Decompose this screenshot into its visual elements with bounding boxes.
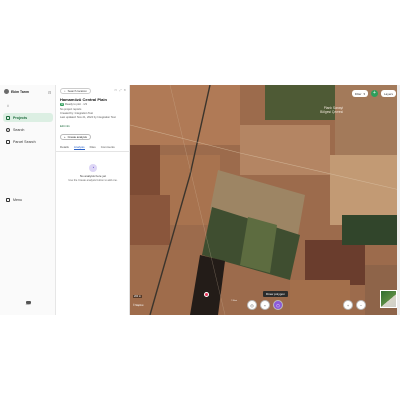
project-panel: ⌕ Search location ▭ ⤢ ✕ Hamamözü Central… bbox=[56, 85, 130, 315]
tab-analysis[interactable]: Analysis bbox=[73, 145, 85, 150]
nav-item-search[interactable]: Search bbox=[3, 125, 53, 134]
menu-icon bbox=[6, 197, 10, 202]
create-analysis-button[interactable]: + Create analysis bbox=[60, 134, 91, 140]
location-pin-icon[interactable] bbox=[204, 292, 209, 297]
create-analysis-label: Create analysis bbox=[67, 135, 87, 139]
project-reports: No project reports bbox=[60, 108, 82, 111]
empty-state-description: Use the Create analysis button to add on… bbox=[68, 179, 118, 182]
app-window: Ekim Tarım ⊟ # Projects Search Parcel Se… bbox=[0, 85, 400, 315]
filter-button[interactable]: Filter ▾ bbox=[351, 90, 368, 97]
map-credit[interactable]: © Mapbox bbox=[133, 305, 144, 307]
project-status: AI Ready to plot · 1/3 bbox=[60, 103, 87, 106]
brand-name: Ekim Tarım bbox=[11, 89, 30, 94]
chevron-down-icon: ▾ bbox=[363, 91, 365, 96]
layers-toggle-icon[interactable]: ◎ bbox=[247, 300, 257, 310]
nav-item-label: Menu bbox=[13, 197, 22, 202]
search-location-button[interactable]: ⌕ Search location bbox=[60, 88, 91, 94]
layers-button[interactable]: Layers bbox=[380, 90, 396, 97]
workspace-hash: # bbox=[7, 104, 9, 108]
footer-logo: ekim bbox=[23, 301, 33, 308]
project-title: Hamamözü Central Plain bbox=[60, 97, 107, 102]
expand-icon[interactable]: ⤢ bbox=[119, 88, 121, 92]
close-icon[interactable]: ✕ bbox=[123, 88, 126, 92]
add-button[interactable]: + bbox=[371, 90, 378, 97]
empty-state-title: No analysis here yet bbox=[79, 174, 107, 178]
tab-details[interactable]: Details bbox=[60, 145, 69, 150]
map-attribution: © Esri bbox=[231, 300, 237, 302]
nav-item-label: Projects bbox=[13, 115, 28, 120]
tab-comments[interactable]: Comments bbox=[101, 145, 115, 150]
draw-polygon-icon[interactable]: ⬠ bbox=[273, 300, 283, 310]
scale-bar: 200 m bbox=[133, 295, 142, 298]
layers-label: Layers bbox=[383, 91, 393, 96]
basemap-switcher[interactable] bbox=[380, 290, 397, 308]
search-icon: ⌕ bbox=[64, 89, 66, 93]
panel-controls: ▭ ⤢ ✕ bbox=[114, 88, 126, 92]
satellite-imagery bbox=[130, 85, 400, 315]
draw-tooltip: Draw polygon bbox=[263, 291, 288, 297]
place-label: Planlı Sanayi Bölgesi Çevresi bbox=[320, 106, 343, 114]
nav-item-projects[interactable]: Projects bbox=[3, 113, 53, 122]
satellite-map[interactable]: Planlı Sanayi Bölgesi Çevresi Filter ▾ +… bbox=[130, 85, 400, 315]
nav-item-label: Search bbox=[13, 127, 25, 132]
minimize-icon[interactable]: ▭ bbox=[114, 88, 117, 92]
search-icon bbox=[6, 127, 10, 132]
folder-icon bbox=[6, 115, 10, 120]
nav-item-parcel-search[interactable]: Parcel Search bbox=[3, 137, 53, 146]
status-text: Ready to plot · 1/3 bbox=[65, 103, 87, 106]
tab-files[interactable]: Files bbox=[90, 145, 96, 150]
nav-item-label: Parcel Search bbox=[13, 139, 36, 144]
parcel-icon bbox=[6, 139, 10, 144]
project-last-updated: Last updated: Nov 21, 2024 by Integratio… bbox=[60, 116, 116, 119]
edit-info-link[interactable]: Edit info bbox=[60, 125, 70, 128]
collapse-sidebar-icon[interactable]: ⊟ bbox=[48, 90, 51, 95]
project-created-by: Created by: Integration Test bbox=[60, 112, 93, 115]
zoom-in-icon[interactable]: + bbox=[343, 300, 353, 310]
brand-logo-icon bbox=[4, 89, 9, 94]
panel-tabs: Details Analysis Files Comments bbox=[60, 145, 115, 150]
zoom-out-icon[interactable]: − bbox=[356, 300, 366, 310]
nav-item-menu[interactable]: Menu bbox=[3, 195, 53, 204]
plus-icon: + bbox=[64, 135, 66, 139]
tab-divider bbox=[56, 151, 130, 152]
left-nav: Ekim Tarım ⊟ # Projects Search Parcel Se… bbox=[0, 85, 56, 315]
search-location-label: Search location bbox=[67, 89, 87, 93]
analysis-empty-icon: ◔ bbox=[89, 164, 97, 172]
footer-logo-text: ekim bbox=[25, 304, 31, 306]
status-badge: AI bbox=[60, 103, 65, 106]
brand[interactable]: Ekim Tarım bbox=[4, 89, 29, 94]
measure-icon[interactable]: ⌁ bbox=[260, 300, 270, 310]
filter-label: Filter bbox=[354, 91, 362, 96]
